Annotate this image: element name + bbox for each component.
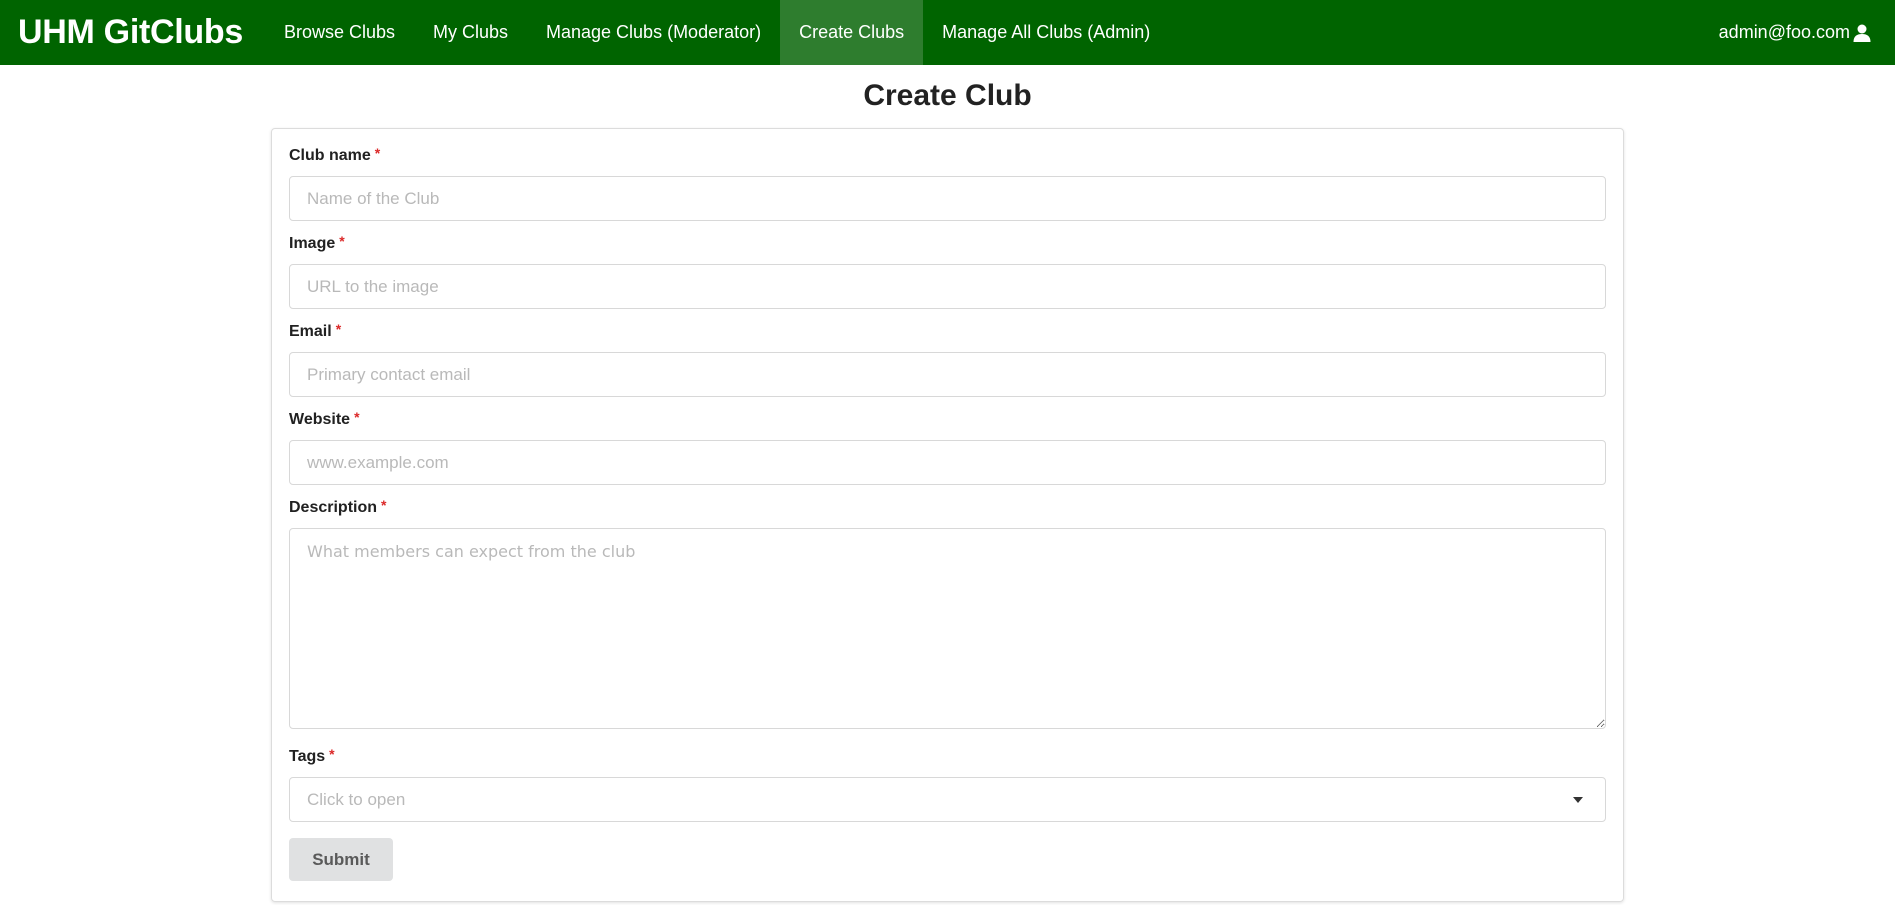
nav-browse-clubs[interactable]: Browse Clubs	[265, 0, 414, 65]
top-navbar: UHM GitClubs Browse Clubs My Clubs Manag…	[0, 0, 1895, 65]
email-field: Email *	[289, 321, 1606, 397]
required-mark: *	[354, 409, 360, 425]
required-mark: *	[381, 497, 387, 513]
page-title: Create Club	[863, 79, 1032, 112]
nav-create-clubs[interactable]: Create Clubs	[780, 0, 924, 65]
create-club-form: Club name * Image * Email * Website * De…	[271, 128, 1624, 902]
club-name-field: Club name *	[289, 145, 1606, 221]
required-mark: *	[339, 233, 345, 249]
tags-placeholder: Click to open	[307, 789, 406, 809]
email-input[interactable]	[289, 352, 1606, 397]
required-mark: *	[329, 746, 335, 762]
tags-field: Tags * Click to open	[289, 746, 1606, 822]
required-mark: *	[335, 321, 342, 337]
tags-label: Tags	[289, 748, 326, 765]
user-email[interactable]: admin@foo.com	[1719, 22, 1850, 43]
website-label: Website	[289, 411, 351, 428]
nav-manage-clubs-moderator[interactable]: Manage Clubs (Moderator)	[527, 0, 780, 65]
website-field: Website *	[289, 409, 1606, 485]
club-name-label: Club name	[289, 147, 371, 164]
email-label: Email	[289, 323, 332, 340]
nav-my-clubs[interactable]: My Clubs	[414, 0, 527, 65]
club-name-input[interactable]	[289, 176, 1606, 221]
image-label: Image	[289, 235, 336, 252]
tags-dropdown[interactable]: Click to open	[289, 777, 1606, 822]
user-menu[interactable]: admin@foo.com	[1719, 0, 1872, 65]
image-url-input[interactable]	[289, 264, 1606, 309]
description-textarea[interactable]	[289, 528, 1606, 729]
image-field: Image *	[289, 233, 1606, 309]
description-field: Description *	[289, 497, 1606, 734]
dropdown-caret-icon[interactable]	[1573, 796, 1583, 803]
description-label: Description	[289, 499, 378, 516]
website-input[interactable]	[289, 440, 1606, 485]
brand-logo[interactable]: UHM GitClubs	[0, 13, 243, 52]
required-mark: *	[374, 145, 381, 161]
nav-manage-all-clubs-admin[interactable]: Manage All Clubs (Admin)	[923, 0, 1169, 65]
submit-button[interactable]: Submit	[289, 838, 393, 881]
user-icon[interactable]	[1852, 23, 1872, 43]
